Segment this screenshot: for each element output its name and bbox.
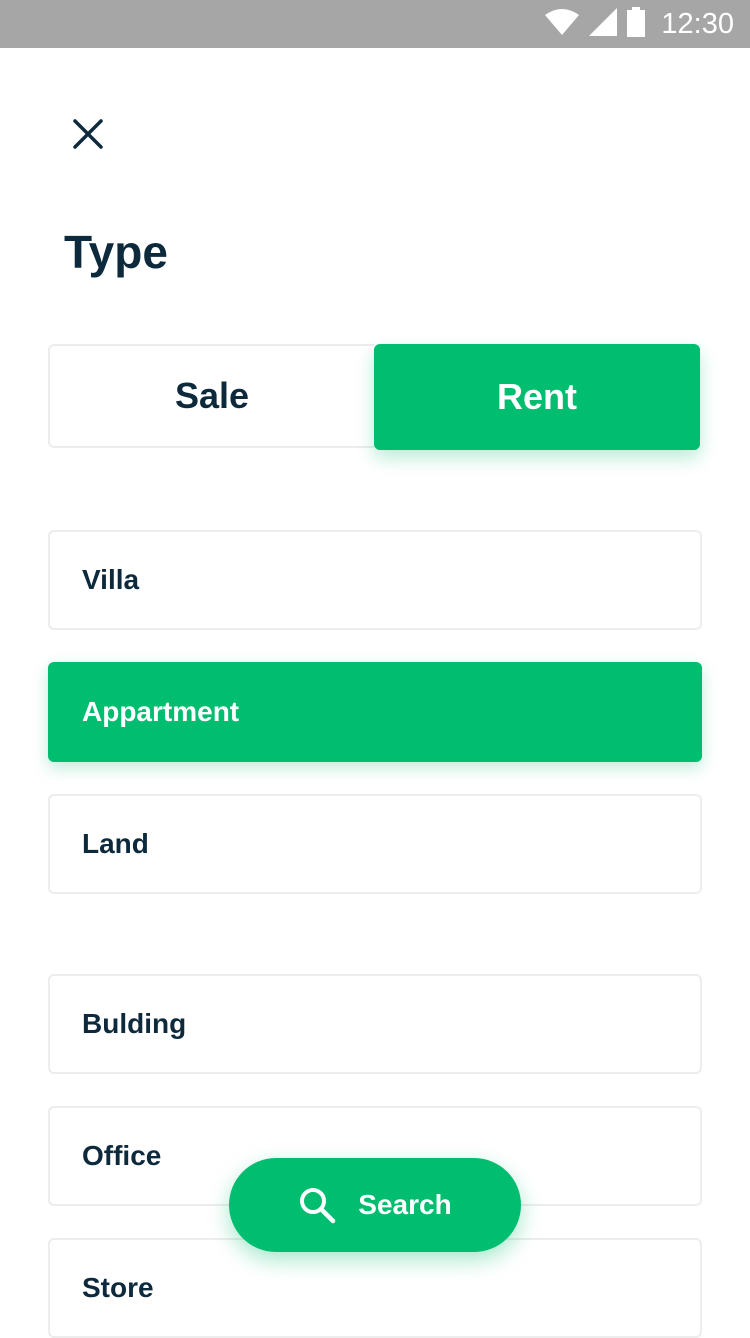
status-icons: 12:30	[545, 0, 734, 48]
tab-rent[interactable]: Rent	[374, 344, 700, 450]
search-icon	[298, 1186, 336, 1224]
close-button[interactable]	[66, 114, 110, 158]
type-option-bulding[interactable]: Bulding	[48, 974, 702, 1074]
wifi-icon	[545, 8, 580, 40]
search-button-label: Search	[358, 1189, 452, 1220]
type-option-land[interactable]: Land	[48, 794, 702, 894]
status-bar: 12:30	[0, 0, 750, 48]
status-time: 12:30	[661, 7, 734, 40]
type-option-store[interactable]: Store	[48, 1238, 702, 1338]
battery-icon	[627, 6, 646, 42]
close-icon	[72, 118, 104, 155]
signal-icon	[589, 7, 618, 41]
page-title: Type	[64, 226, 168, 278]
listing-type-toggle: Sale Rent	[48, 344, 700, 450]
search-button[interactable]: Search	[229, 1158, 521, 1252]
type-option-villa[interactable]: Villa	[48, 530, 702, 630]
tab-sale[interactable]: Sale	[48, 344, 374, 448]
type-option-appartment[interactable]: Appartment	[48, 662, 702, 762]
